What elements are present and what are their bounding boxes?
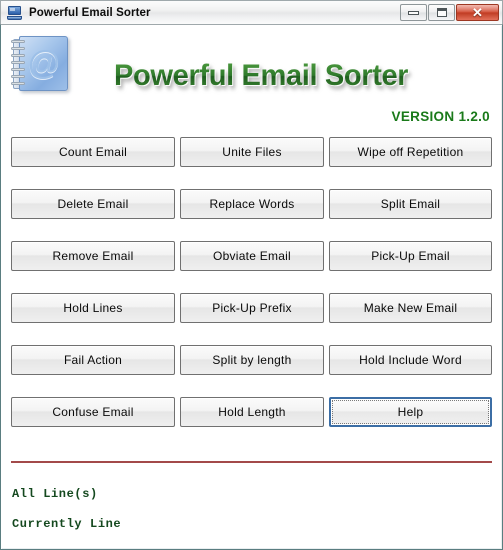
version-label: VERSION 1.2.0 [391, 109, 490, 124]
client-area: @ Powerful Email Sorter VERSION 1.2.0 Co… [0, 24, 503, 550]
action-button-grid: Count Email Unite Files Wipe off Repetit… [11, 137, 492, 427]
button-replace-words[interactable]: Replace Words [180, 189, 324, 219]
at-symbol-glyph: @ [27, 44, 61, 81]
button-pick-up-email[interactable]: Pick-Up Email [329, 241, 492, 271]
application-window: Powerful Email Sorter ✕ @ Powerful Email… [0, 0, 503, 550]
page-title: Powerful Email Sorter [114, 59, 409, 92]
currently-line-label: Currently Line [12, 517, 122, 531]
window-title: Powerful Email Sorter [29, 6, 151, 19]
window-controls: ✕ [399, 1, 502, 24]
button-delete-email[interactable]: Delete Email [11, 189, 175, 219]
status-panel: All Line(s) Currently Line [12, 487, 312, 547]
button-help[interactable]: Help [329, 397, 492, 427]
button-hold-lines[interactable]: Hold Lines [11, 293, 175, 323]
button-remove-email[interactable]: Remove Email [11, 241, 175, 271]
button-confuse-email[interactable]: Confuse Email [11, 397, 175, 427]
horizontal-divider [11, 461, 492, 463]
button-pick-up-prefix[interactable]: Pick-Up Prefix [180, 293, 324, 323]
button-split-email[interactable]: Split Email [329, 189, 492, 219]
all-lines-label: All Line(s) [12, 487, 98, 501]
button-obviate-email[interactable]: Obviate Email [180, 241, 324, 271]
close-icon: ✕ [472, 5, 483, 20]
title-bar-left: Powerful Email Sorter [1, 5, 399, 21]
close-button[interactable]: ✕ [456, 4, 499, 21]
title-bar: Powerful Email Sorter ✕ [0, 0, 503, 24]
button-split-by-length[interactable]: Split by length [180, 345, 324, 375]
maximize-button[interactable] [428, 4, 455, 21]
minimize-button[interactable] [400, 4, 427, 21]
button-hold-length[interactable]: Hold Length [180, 397, 324, 427]
button-fail-action[interactable]: Fail Action [11, 345, 175, 375]
address-book-at-icon: @ [10, 33, 72, 95]
button-hold-include-word[interactable]: Hold Include Word [329, 345, 492, 375]
button-count-email[interactable]: Count Email [11, 137, 175, 167]
button-unite-files[interactable]: Unite Files [180, 137, 324, 167]
button-make-new-email[interactable]: Make New Email [329, 293, 492, 323]
minimize-icon [408, 10, 419, 15]
header-banner: @ Powerful Email Sorter VERSION 1.2.0 [1, 25, 502, 124]
maximize-icon [436, 8, 447, 17]
button-wipe-off-repetition[interactable]: Wipe off Repetition [329, 137, 492, 167]
computer-monitor-icon [7, 5, 23, 21]
